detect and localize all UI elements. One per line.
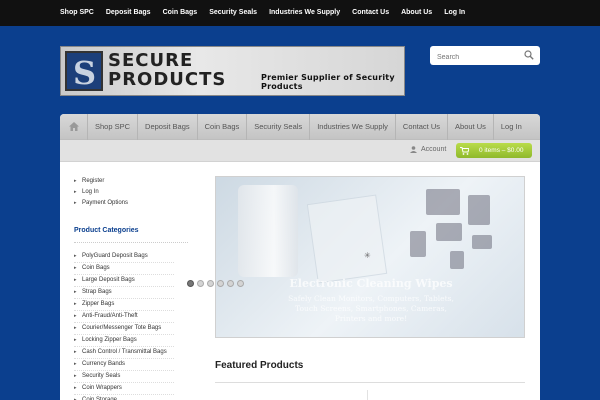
category-link[interactable]: Locking Zipper Bags	[74, 335, 174, 347]
top-nav-link[interactable]: Shop SPC	[60, 0, 94, 26]
category-link[interactable]: Courier/Messenger Tote Bags	[74, 323, 174, 335]
top-nav-list: Shop SPC Deposit Bags Coin Bags Security Se…	[0, 0, 600, 26]
category-link[interactable]: Large Deposit Bags	[74, 275, 174, 287]
site-logo[interactable]: S SECURE PRODUCTS Premier Supplier of Se…	[60, 46, 405, 96]
category-link[interactable]: Cash Control / Transmittal Bags	[74, 347, 174, 359]
top-nav-link[interactable]: Log In	[444, 0, 465, 26]
wipes-canister-image	[238, 185, 298, 277]
slide-title: Electronic Cleaning Wipes	[289, 277, 453, 290]
cart-button[interactable]: 0 items – $0.00	[456, 143, 532, 158]
main-nav-link[interactable]: Shop SPC	[88, 114, 139, 140]
main-content: Shop SPC Deposit Bags Coin Bags Security Se…	[60, 114, 540, 400]
featured-products-heading: Featured Products	[215, 360, 304, 371]
category-link[interactable]: Strap Bags	[74, 287, 174, 299]
slider-dot[interactable]	[237, 280, 244, 287]
sidebar: RegisterLog InPayment Options Product Ca…	[74, 176, 204, 400]
search-input[interactable]	[430, 48, 520, 67]
top-nav-link[interactable]: Coin Bags	[163, 0, 198, 26]
category-link[interactable]: Currency Bands	[74, 359, 174, 371]
slider-dot[interactable]	[187, 280, 194, 287]
category-link[interactable]: Coin Bags	[74, 263, 174, 275]
top-nav-link[interactable]: About Us	[401, 0, 432, 26]
logo-tagline: Premier Supplier of Security Products	[261, 73, 395, 91]
slide-description: Safely Clean Monitors, Computers, Tablet…	[288, 294, 454, 323]
category-link[interactable]: PolyGuard Deposit Bags	[74, 251, 174, 263]
cart-icon	[460, 146, 469, 155]
main-nav-link[interactable]: Coin Bags	[198, 114, 248, 140]
image-slider[interactable]: ✳ Electronic Cleaning Wipes Safely Clean…	[215, 176, 525, 338]
account-cart-bar: Account 0 items – $0.00	[60, 140, 540, 162]
account-links-list: RegisterLog InPayment Options	[74, 176, 204, 209]
account-link[interactable]: Account	[410, 146, 446, 153]
logo-line-1: SECURE	[108, 50, 194, 71]
categories-list: PolyGuard Deposit BagsCoin BagsLarge Dep…	[74, 251, 204, 400]
main-nav-link[interactable]: Contact Us	[396, 114, 449, 140]
top-nav-link[interactable]: Security Seals	[209, 0, 257, 26]
category-link[interactable]: Coin Wrappers	[74, 383, 174, 395]
featured-column-divider	[367, 390, 368, 400]
categories-heading: Product Categories	[74, 227, 188, 243]
loading-spinner-icon: ✳	[364, 251, 371, 260]
main-nav-link[interactable]: Security Seals	[247, 114, 311, 140]
main-nav-link[interactable]: Log In	[494, 114, 529, 140]
slider-dot[interactable]	[207, 280, 214, 287]
top-nav-link[interactable]: Deposit Bags	[106, 0, 151, 26]
account-sidebar-link[interactable]: Payment Options	[74, 198, 204, 209]
slider-pagination	[187, 280, 247, 287]
home-button[interactable]	[60, 114, 88, 140]
cart-label: 0 items – $0.00	[479, 147, 524, 154]
featured-divider	[215, 382, 525, 383]
account-sidebar-link[interactable]: Register	[74, 176, 204, 187]
category-link[interactable]: Zipper Bags	[74, 299, 174, 311]
top-navigation-bar: Shop SPC Deposit Bags Coin Bags Security Se…	[0, 0, 600, 26]
main-nav-link[interactable]: Deposit Bags	[138, 114, 198, 140]
logo-line-2: PRODUCTS	[108, 69, 227, 90]
account-label: Account	[421, 146, 447, 153]
home-icon	[68, 122, 79, 131]
slider-dot[interactable]	[227, 280, 234, 287]
main-nav-link[interactable]: About Us	[448, 114, 494, 140]
account-sidebar-link[interactable]: Log In	[74, 187, 204, 198]
devices-image	[406, 185, 516, 275]
top-nav-link[interactable]: Industries We Supply	[269, 0, 340, 26]
search-box	[430, 46, 540, 67]
top-nav-link[interactable]: Contact Us	[352, 0, 389, 26]
main-nav-list: Shop SPC Deposit Bags Coin Bags Security Se…	[88, 114, 529, 140]
logo-wordmark: SECURE PRODUCTS	[108, 51, 226, 89]
category-link[interactable]: Coin Storage	[74, 395, 174, 400]
category-link[interactable]: Security Seals	[74, 371, 174, 383]
category-link[interactable]: Anti-Fraud/Anti-Theft	[74, 311, 174, 323]
logo-emblem-icon: S	[65, 51, 103, 91]
slider-dot[interactable]	[217, 280, 224, 287]
user-icon	[410, 146, 417, 153]
main-navigation-bar: Shop SPC Deposit Bags Coin Bags Security Se…	[60, 114, 540, 140]
slider-dot[interactable]	[197, 280, 204, 287]
wipes-packet-image	[306, 194, 388, 284]
main-nav-link[interactable]: Industries We Supply	[310, 114, 396, 140]
search-icon[interactable]	[524, 50, 534, 60]
